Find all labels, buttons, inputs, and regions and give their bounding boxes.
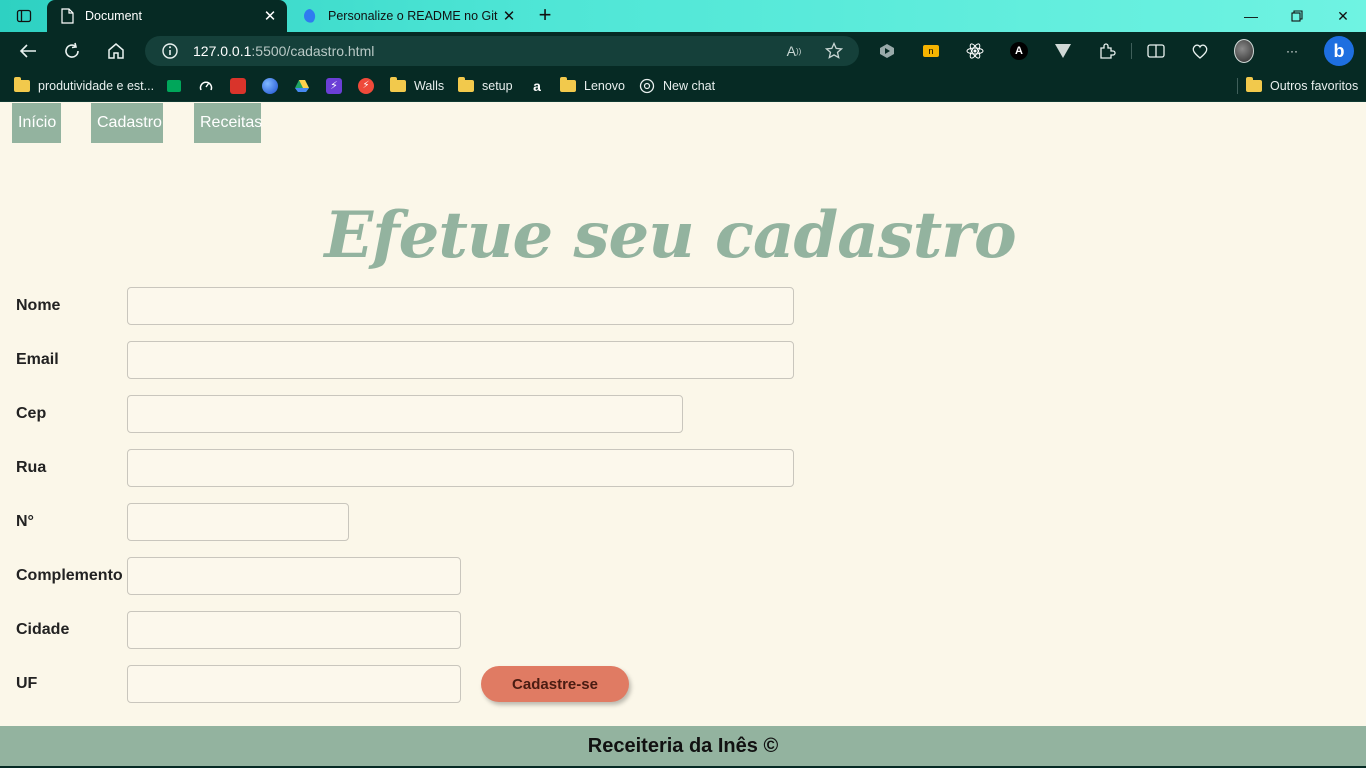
profile-avatar[interactable] (1234, 39, 1254, 63)
nav-receitas-link[interactable]: Receitas (194, 103, 262, 143)
address-bar[interactable]: 127.0.0.1:5500/cadastro.html A)) (145, 36, 859, 66)
minimize-icon[interactable]: — (1228, 0, 1274, 32)
bookmark-new-chat[interactable]: New chat (639, 76, 715, 96)
nome-input[interactable] (127, 287, 794, 325)
red-app-icon (230, 78, 246, 94)
browser-essentials-icon[interactable] (1190, 41, 1210, 61)
cep-input[interactable] (127, 395, 683, 433)
extensions-puzzle-icon[interactable] (1097, 41, 1117, 61)
page-title: Efetue seu cadastro (324, 198, 1016, 273)
cidade-label: Cidade (16, 621, 70, 638)
nome-label: Nome (16, 297, 61, 314)
tab-title: Personalize o README no GitHub (328, 9, 498, 23)
cadastre-se-button[interactable]: Cadastre-se (481, 666, 629, 702)
bookmark-meet[interactable] (166, 76, 190, 96)
folder-icon (14, 77, 30, 94)
tab-actions-icon[interactable] (8, 4, 40, 28)
bookmark-red-app[interactable] (230, 76, 254, 96)
close-tab-icon[interactable]: ✕ (259, 7, 281, 25)
bolt-icon: ⚡ (326, 78, 342, 94)
new-tab-button[interactable]: + (532, 3, 558, 29)
meet-icon (166, 78, 182, 94)
tab-document[interactable]: Document ✕ (47, 0, 287, 32)
bookmark-speed[interactable] (198, 76, 222, 96)
email-input[interactable] (127, 341, 794, 379)
amazon-icon: a (533, 78, 541, 94)
document-icon (59, 8, 75, 24)
uf-input[interactable] (127, 665, 461, 703)
site-info-icon[interactable] (161, 42, 179, 60)
url-text: 127.0.0.1:5500/cadastro.html (193, 43, 375, 59)
favorite-star-icon[interactable] (823, 41, 845, 61)
bookmark-setup[interactable]: setup (458, 76, 513, 96)
back-icon[interactable] (14, 37, 42, 65)
folder-icon (1246, 77, 1262, 94)
home-icon[interactable] (102, 37, 130, 65)
rua-input[interactable] (127, 449, 794, 487)
bookmark-lenovo[interactable]: Lenovo (560, 76, 625, 96)
cidade-input[interactable] (127, 611, 461, 649)
readme-site-icon (302, 8, 318, 24)
close-tab-icon[interactable]: ✕ (498, 7, 520, 25)
restore-icon[interactable] (1274, 0, 1320, 32)
numero-input[interactable] (127, 503, 349, 541)
title-bar: Document ✕ Personalize o README no GitHu… (0, 0, 1366, 32)
split-screen-icon[interactable] (1146, 41, 1166, 61)
bookmark-globe[interactable] (262, 76, 286, 96)
page-content: Início Cadastro Receitas Efetue seu cada… (0, 103, 1366, 768)
bookmark-other-favorites[interactable]: Outros favoritos (1246, 76, 1358, 96)
drive-icon (294, 78, 310, 94)
tab-readme[interactable]: Personalize o README no GitHub ✕ (290, 0, 526, 32)
react-devtools-icon[interactable] (965, 41, 985, 61)
email-label: Email (16, 351, 59, 368)
complemento-input[interactable] (127, 557, 461, 595)
bookmark-walls[interactable]: Walls (390, 76, 444, 96)
bookmarks-divider (1237, 78, 1238, 94)
tab-title: Document (85, 9, 142, 23)
bookmark-drive[interactable] (294, 76, 318, 96)
bookmark-produtividade[interactable]: produtividade e est... (14, 76, 154, 96)
uf-label: UF (16, 675, 38, 692)
bookmark-amazon[interactable]: a (529, 76, 553, 96)
vue-devtools-icon[interactable] (1053, 41, 1073, 61)
bing-copilot-icon[interactable]: b (1324, 36, 1354, 66)
speed-icon (198, 78, 214, 94)
cep-label: Cep (16, 405, 47, 422)
complemento-label: Complemento (16, 567, 123, 584)
globe-icon (262, 78, 278, 94)
more-options-icon[interactable]: ··· (1282, 41, 1302, 61)
folder-icon (560, 77, 576, 94)
refresh-icon[interactable] (58, 37, 86, 65)
close-window-icon[interactable]: ✕ (1320, 0, 1366, 32)
angular-extension-icon[interactable]: A (1009, 41, 1029, 61)
extension-yellow-icon[interactable]: n (921, 41, 941, 61)
toolbar-divider (1131, 43, 1132, 59)
footer: Receiteria da Inês © (0, 726, 1366, 766)
nav-cadastro-link[interactable]: Cadastro (91, 103, 163, 143)
bookmark-bolt[interactable]: ⚡ (326, 76, 350, 96)
read-aloud-icon[interactable]: A)) (783, 41, 805, 61)
nav-inicio-link[interactable]: Início (12, 103, 61, 143)
numero-label: N° (16, 513, 34, 530)
bookmarks-bar: produtividade e est... ⚡ ⚡ Walls setup a… (0, 70, 1366, 102)
chatgpt-icon (639, 78, 655, 94)
folder-icon (458, 77, 474, 94)
extension-play-icon[interactable] (877, 41, 897, 61)
browser-toolbar: 127.0.0.1:5500/cadastro.html A)) n A ···… (0, 32, 1366, 70)
folder-icon (390, 77, 406, 94)
red-bolt-icon: ⚡ (358, 78, 374, 94)
rua-label: Rua (16, 459, 47, 476)
bookmark-red-bolt[interactable]: ⚡ (358, 76, 382, 96)
